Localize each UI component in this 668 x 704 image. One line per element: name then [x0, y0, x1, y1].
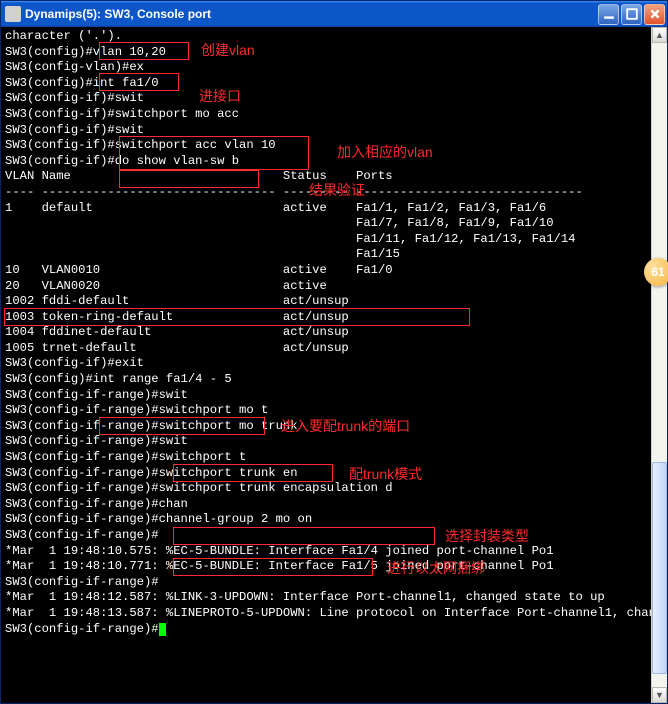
terminal-line: character ('.'). — [5, 29, 663, 45]
terminal-line: *Mar 1 19:48:10.771: %EC-5-BUNDLE: Inter… — [5, 559, 663, 575]
terminal-line: SW3(config-if-range)#swit — [5, 388, 663, 404]
maximize-button[interactable] — [621, 4, 642, 25]
terminal-line: SW3(config-if-range)#switchport mo trunk — [5, 419, 663, 435]
terminal-line: *Mar 1 19:48:10.575: %EC-5-BUNDLE: Inter… — [5, 544, 663, 560]
window-title: Dynamips(5): SW3, Console port — [25, 7, 598, 21]
close-button[interactable] — [644, 4, 665, 25]
terminal-line: 1 default active Fa1/1, Fa1/2, Fa1/3, Fa… — [5, 201, 663, 217]
terminal-line: 1005 trnet-default act/unsup — [5, 341, 663, 357]
scroll-up-button[interactable]: ▲ — [652, 27, 667, 43]
terminal-line: SW3(config)#vlan 10,20 — [5, 45, 663, 61]
terminal-line: 10 VLAN0010 active Fa1/0 — [5, 263, 663, 279]
cursor — [159, 623, 166, 636]
terminal-line: SW3(config)#int fa1/0 — [5, 76, 663, 92]
scroll-thumb[interactable] — [652, 462, 667, 675]
vertical-scrollbar[interactable]: ▲ ▼ — [651, 27, 667, 703]
terminal-line: SW3(config-if-range)#swit — [5, 434, 663, 450]
terminal-icon — [5, 6, 21, 22]
terminal-line: SW3(config)#int range fa1/4 - 5 — [5, 372, 663, 388]
terminal-line: Fa1/7, Fa1/8, Fa1/9, Fa1/10 — [5, 216, 663, 232]
terminal-line: 1004 fddinet-default act/unsup — [5, 325, 663, 341]
terminal-line: *Mar 1 19:48:13.587: %LINEPROTO-5-UPDOWN… — [5, 606, 663, 622]
terminal-line: 1002 fddi-default act/unsup — [5, 294, 663, 310]
terminal-line: SW3(config-if-range)#chan — [5, 497, 663, 513]
terminal-line: SW3(config-if)#swit — [5, 123, 663, 139]
maximize-icon — [626, 8, 638, 20]
terminal-line: Fa1/11, Fa1/12, Fa1/13, Fa1/14 — [5, 232, 663, 248]
terminal-line: SW3(config-vlan)#ex — [5, 60, 663, 76]
terminal-line: ---- -------------------------------- --… — [5, 185, 663, 201]
terminal-line: SW3(config-if)#swit — [5, 91, 663, 107]
app-window: Dynamips(5): SW3, Console port character… — [0, 0, 668, 704]
terminal-line: SW3(config-if-range)#switchport trunk en — [5, 466, 663, 482]
terminal-output[interactable]: character ('.').SW3(config)#vlan 10,20SW… — [1, 27, 667, 703]
terminal-line: SW3(config-if)#exit — [5, 356, 663, 372]
scroll-down-button[interactable]: ▼ — [652, 687, 667, 703]
close-icon — [649, 8, 661, 20]
terminal-line: SW3(config-if-range)#switchport mo t — [5, 403, 663, 419]
side-badge[interactable]: 61 — [644, 258, 668, 286]
terminal-line: Fa1/15 — [5, 247, 663, 263]
terminal-line: SW3(config-if-range)#switchport trunk en… — [5, 481, 663, 497]
titlebar-buttons — [598, 4, 665, 25]
minimize-icon — [603, 8, 615, 20]
scroll-track[interactable] — [652, 43, 667, 687]
minimize-button[interactable] — [598, 4, 619, 25]
terminal-line: SW3(config-if-range)# — [5, 528, 663, 544]
terminal-line: SW3(config-if-range)# — [5, 622, 663, 638]
terminal-line: SW3(config-if)#do show vlan-sw b — [5, 154, 663, 170]
terminal-line: SW3(config-if-range)#channel-group 2 mo … — [5, 512, 663, 528]
terminal-line: 20 VLAN0020 active — [5, 279, 663, 295]
terminal-line: SW3(config-if)#switchport mo acc — [5, 107, 663, 123]
titlebar[interactable]: Dynamips(5): SW3, Console port — [1, 1, 667, 27]
terminal-line: SW3(config-if)#switchport acc vlan 10 — [5, 138, 663, 154]
terminal-line: SW3(config-if-range)# — [5, 575, 663, 591]
terminal-line: SW3(config-if-range)#switchport t — [5, 450, 663, 466]
terminal-line: 1003 token-ring-default act/unsup — [5, 310, 663, 326]
terminal-line: VLAN Name Status Ports — [5, 169, 663, 185]
terminal-line: *Mar 1 19:48:12.587: %LINK-3-UPDOWN: Int… — [5, 590, 663, 606]
